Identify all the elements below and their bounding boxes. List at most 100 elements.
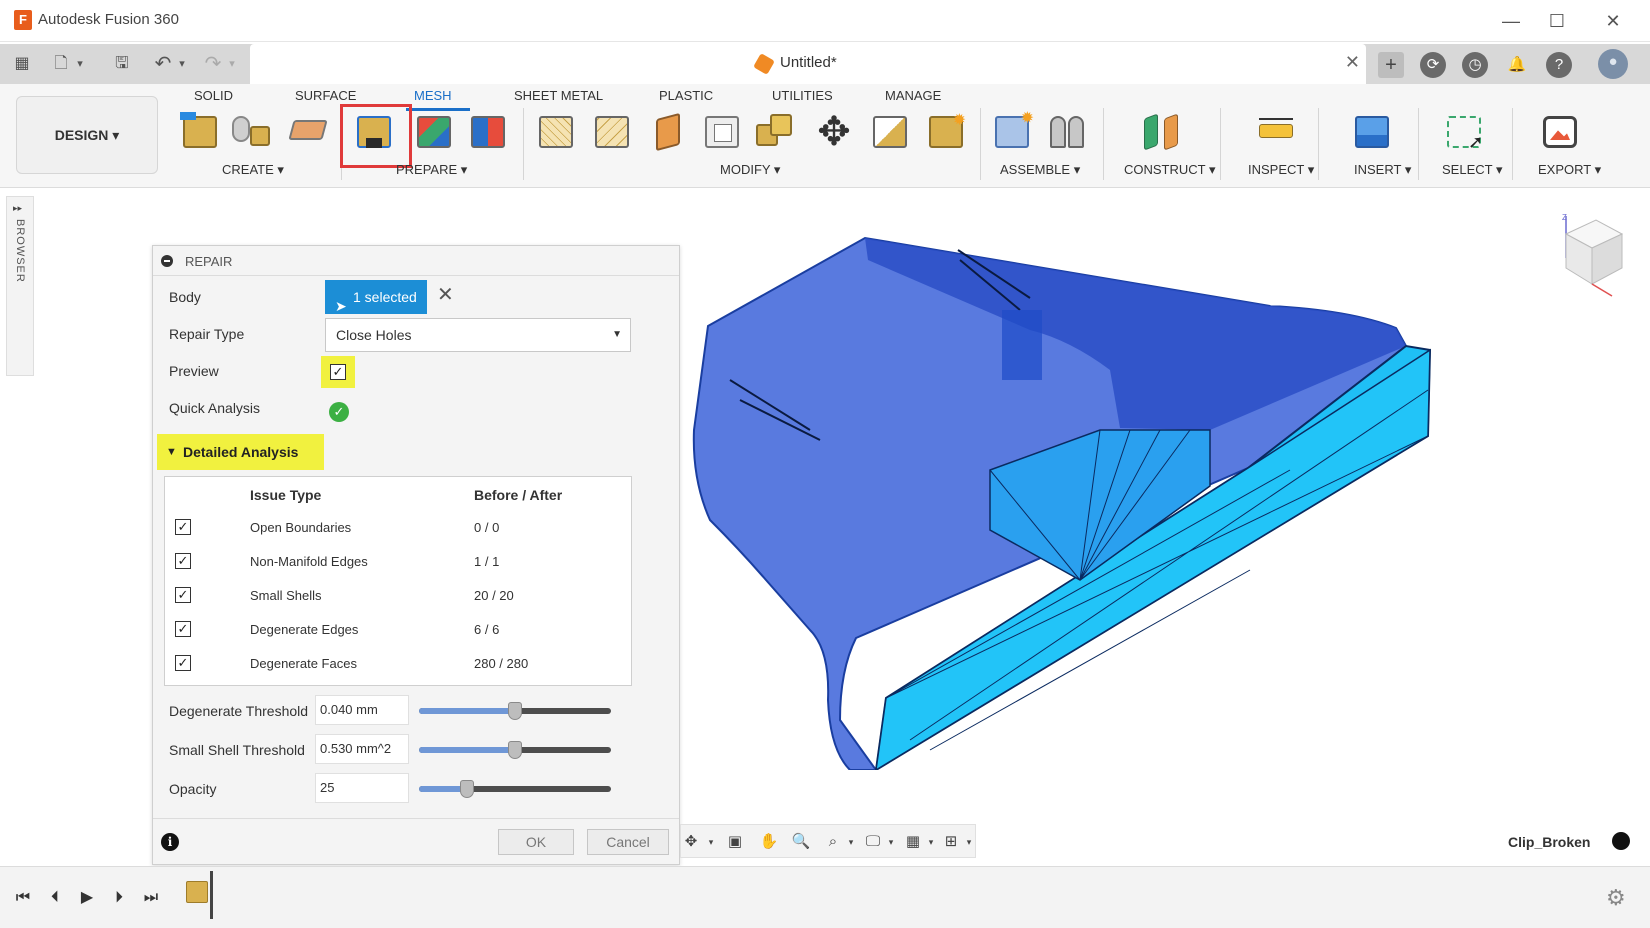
create-face-group-icon[interactable]: [286, 110, 330, 154]
chevron-down-icon[interactable]: ▾: [881, 832, 901, 852]
collapse-panel-icon[interactable]: [161, 255, 173, 267]
small-shells-checkbox[interactable]: ✓: [175, 587, 191, 603]
undo-icon[interactable]: ↶: [152, 52, 174, 76]
save-icon[interactable]: 🖫: [110, 52, 134, 76]
move-copy-icon[interactable]: ✥: [812, 110, 856, 154]
combine-icon[interactable]: [754, 110, 798, 154]
export-group-label[interactable]: EXPORT ▾: [1538, 162, 1601, 178]
offset-plane-icon[interactable]: [1142, 110, 1186, 154]
tessellate-icon[interactable]: [230, 110, 274, 154]
non-manifold-edges-checkbox[interactable]: ✓: [175, 553, 191, 569]
new-component-icon[interactable]: ✹: [990, 110, 1034, 154]
step-forward-icon[interactable]: ⏵: [108, 887, 130, 909]
data-panel-icon[interactable]: [1612, 832, 1630, 850]
job-status-icon[interactable]: ◷: [1462, 52, 1488, 78]
grid-settings-icon[interactable]: ▦: [903, 832, 923, 852]
view-cube[interactable]: Z: [1556, 212, 1626, 302]
info-icon[interactable]: i: [161, 833, 179, 851]
degenerate-threshold-input[interactable]: 0.040 mm: [315, 695, 409, 725]
tab-mesh[interactable]: MESH: [414, 88, 452, 103]
close-tab-icon[interactable]: ✕: [1345, 52, 1360, 73]
tab-sheet-metal[interactable]: SHEET METAL: [514, 88, 603, 103]
redo-icon[interactable]: ↷: [202, 52, 224, 76]
tab-utilities[interactable]: UTILITIES: [772, 88, 833, 103]
redo-caret-icon[interactable]: ▾: [226, 52, 238, 76]
timeline-feature-mesh[interactable]: [186, 881, 208, 903]
insert-mesh-icon[interactable]: [178, 110, 222, 154]
export-icon[interactable]: [1538, 110, 1582, 154]
convert-mesh-icon[interactable]: ✹: [924, 110, 968, 154]
go-to-end-icon[interactable]: ⏭: [140, 887, 162, 909]
reduce-icon[interactable]: [590, 110, 634, 154]
chevron-down-icon[interactable]: ▾: [841, 832, 861, 852]
pan-icon[interactable]: ✋: [759, 832, 779, 852]
repair-mesh-icon[interactable]: [352, 110, 396, 154]
repair-dialog-header[interactable]: REPAIR: [153, 246, 679, 276]
close-window-button[interactable]: ✕: [1590, 6, 1636, 36]
small-shell-threshold-input[interactable]: 0.530 mm^2: [315, 734, 409, 764]
fit-icon[interactable]: ⌕: [823, 832, 843, 852]
generate-face-groups-icon[interactable]: [412, 110, 456, 154]
window-select-icon[interactable]: ➚: [1442, 110, 1486, 154]
file-menu-icon[interactable]: 🗋: [50, 52, 72, 76]
slider-thumb[interactable]: [460, 780, 474, 798]
workspace-switcher[interactable]: DESIGN ▾: [16, 96, 158, 174]
chevron-down-icon[interactable]: ▾: [921, 832, 941, 852]
viewports-icon[interactable]: ⊞: [941, 832, 961, 852]
insert-image-icon[interactable]: [1350, 110, 1394, 154]
tab-plastic[interactable]: PLASTIC: [659, 88, 713, 103]
cancel-button[interactable]: Cancel: [587, 829, 669, 855]
browser-panel-tab[interactable]: ▸▸ BROWSER: [6, 196, 34, 376]
tab-surface[interactable]: SURFACE: [295, 88, 356, 103]
online-status-icon[interactable]: ⟳: [1420, 52, 1446, 78]
assemble-group-label[interactable]: ASSEMBLE ▾: [1000, 162, 1080, 178]
notifications-icon[interactable]: 🔔: [1504, 52, 1530, 78]
slider-thumb[interactable]: [508, 702, 522, 720]
measure-icon[interactable]: [1254, 110, 1298, 154]
degenerate-faces-checkbox[interactable]: ✓: [175, 655, 191, 671]
new-tab-button[interactable]: +: [1378, 52, 1404, 78]
detailed-analysis-toggle[interactable]: ▼ Detailed Analysis: [157, 434, 324, 470]
preview-checkbox[interactable]: ✓: [330, 364, 346, 380]
chevron-down-icon[interactable]: ▾: [701, 832, 721, 852]
tab-manage[interactable]: MANAGE: [885, 88, 941, 103]
combine-face-groups-icon[interactable]: [466, 110, 510, 154]
slider-thumb[interactable]: [508, 741, 522, 759]
plane-cut-icon[interactable]: [646, 110, 690, 154]
shell-icon[interactable]: [700, 110, 744, 154]
insert-group-label[interactable]: INSERT ▾: [1354, 162, 1411, 178]
create-group-label[interactable]: CREATE ▾: [222, 162, 284, 178]
go-to-start-icon[interactable]: ⏮: [12, 887, 34, 909]
zoom-icon[interactable]: 🔍: [791, 832, 811, 852]
open-boundaries-checkbox[interactable]: ✓: [175, 519, 191, 535]
minimize-button[interactable]: —: [1488, 6, 1534, 36]
help-icon[interactable]: ?: [1546, 52, 1572, 78]
expand-browser-icon[interactable]: ▸▸: [13, 203, 22, 214]
clear-selection-icon[interactable]: ✕: [437, 282, 454, 307]
chevron-down-icon[interactable]: ▾: [959, 832, 979, 852]
display-settings-icon[interactable]: 🖵: [863, 832, 883, 852]
inspect-group-label[interactable]: INSPECT ▾: [1248, 162, 1314, 178]
opacity-input[interactable]: 25: [315, 773, 409, 803]
degenerate-edges-checkbox[interactable]: ✓: [175, 621, 191, 637]
select-group-label[interactable]: SELECT ▾: [1442, 162, 1502, 178]
smooth-icon[interactable]: [868, 110, 912, 154]
mesh-model-viewport[interactable]: [690, 230, 1480, 770]
small-shell-threshold-slider[interactable]: [419, 741, 611, 759]
remesh-icon[interactable]: [534, 110, 578, 154]
repair-type-select[interactable]: Close Holes ▼: [325, 318, 631, 352]
look-at-icon[interactable]: ▣: [725, 832, 745, 852]
construct-group-label[interactable]: CONSTRUCT ▾: [1124, 162, 1216, 178]
body-selection-button[interactable]: ➤ 1 selected: [325, 280, 427, 314]
degenerate-threshold-slider[interactable]: [419, 702, 611, 720]
tab-solid[interactable]: SOLID: [194, 88, 233, 103]
undo-caret-icon[interactable]: ▾: [176, 52, 188, 76]
account-avatar[interactable]: ●: [1598, 49, 1628, 79]
timeline-marker[interactable]: [210, 871, 213, 919]
app-grid-icon[interactable]: ▦: [10, 52, 34, 76]
modify-group-label[interactable]: MODIFY ▾: [720, 162, 780, 178]
document-tab[interactable]: Untitled* ✕: [250, 44, 1366, 84]
maximize-button[interactable]: ☐: [1534, 6, 1580, 36]
step-back-icon[interactable]: ⏴: [44, 887, 66, 909]
play-icon[interactable]: ▶: [76, 887, 98, 909]
